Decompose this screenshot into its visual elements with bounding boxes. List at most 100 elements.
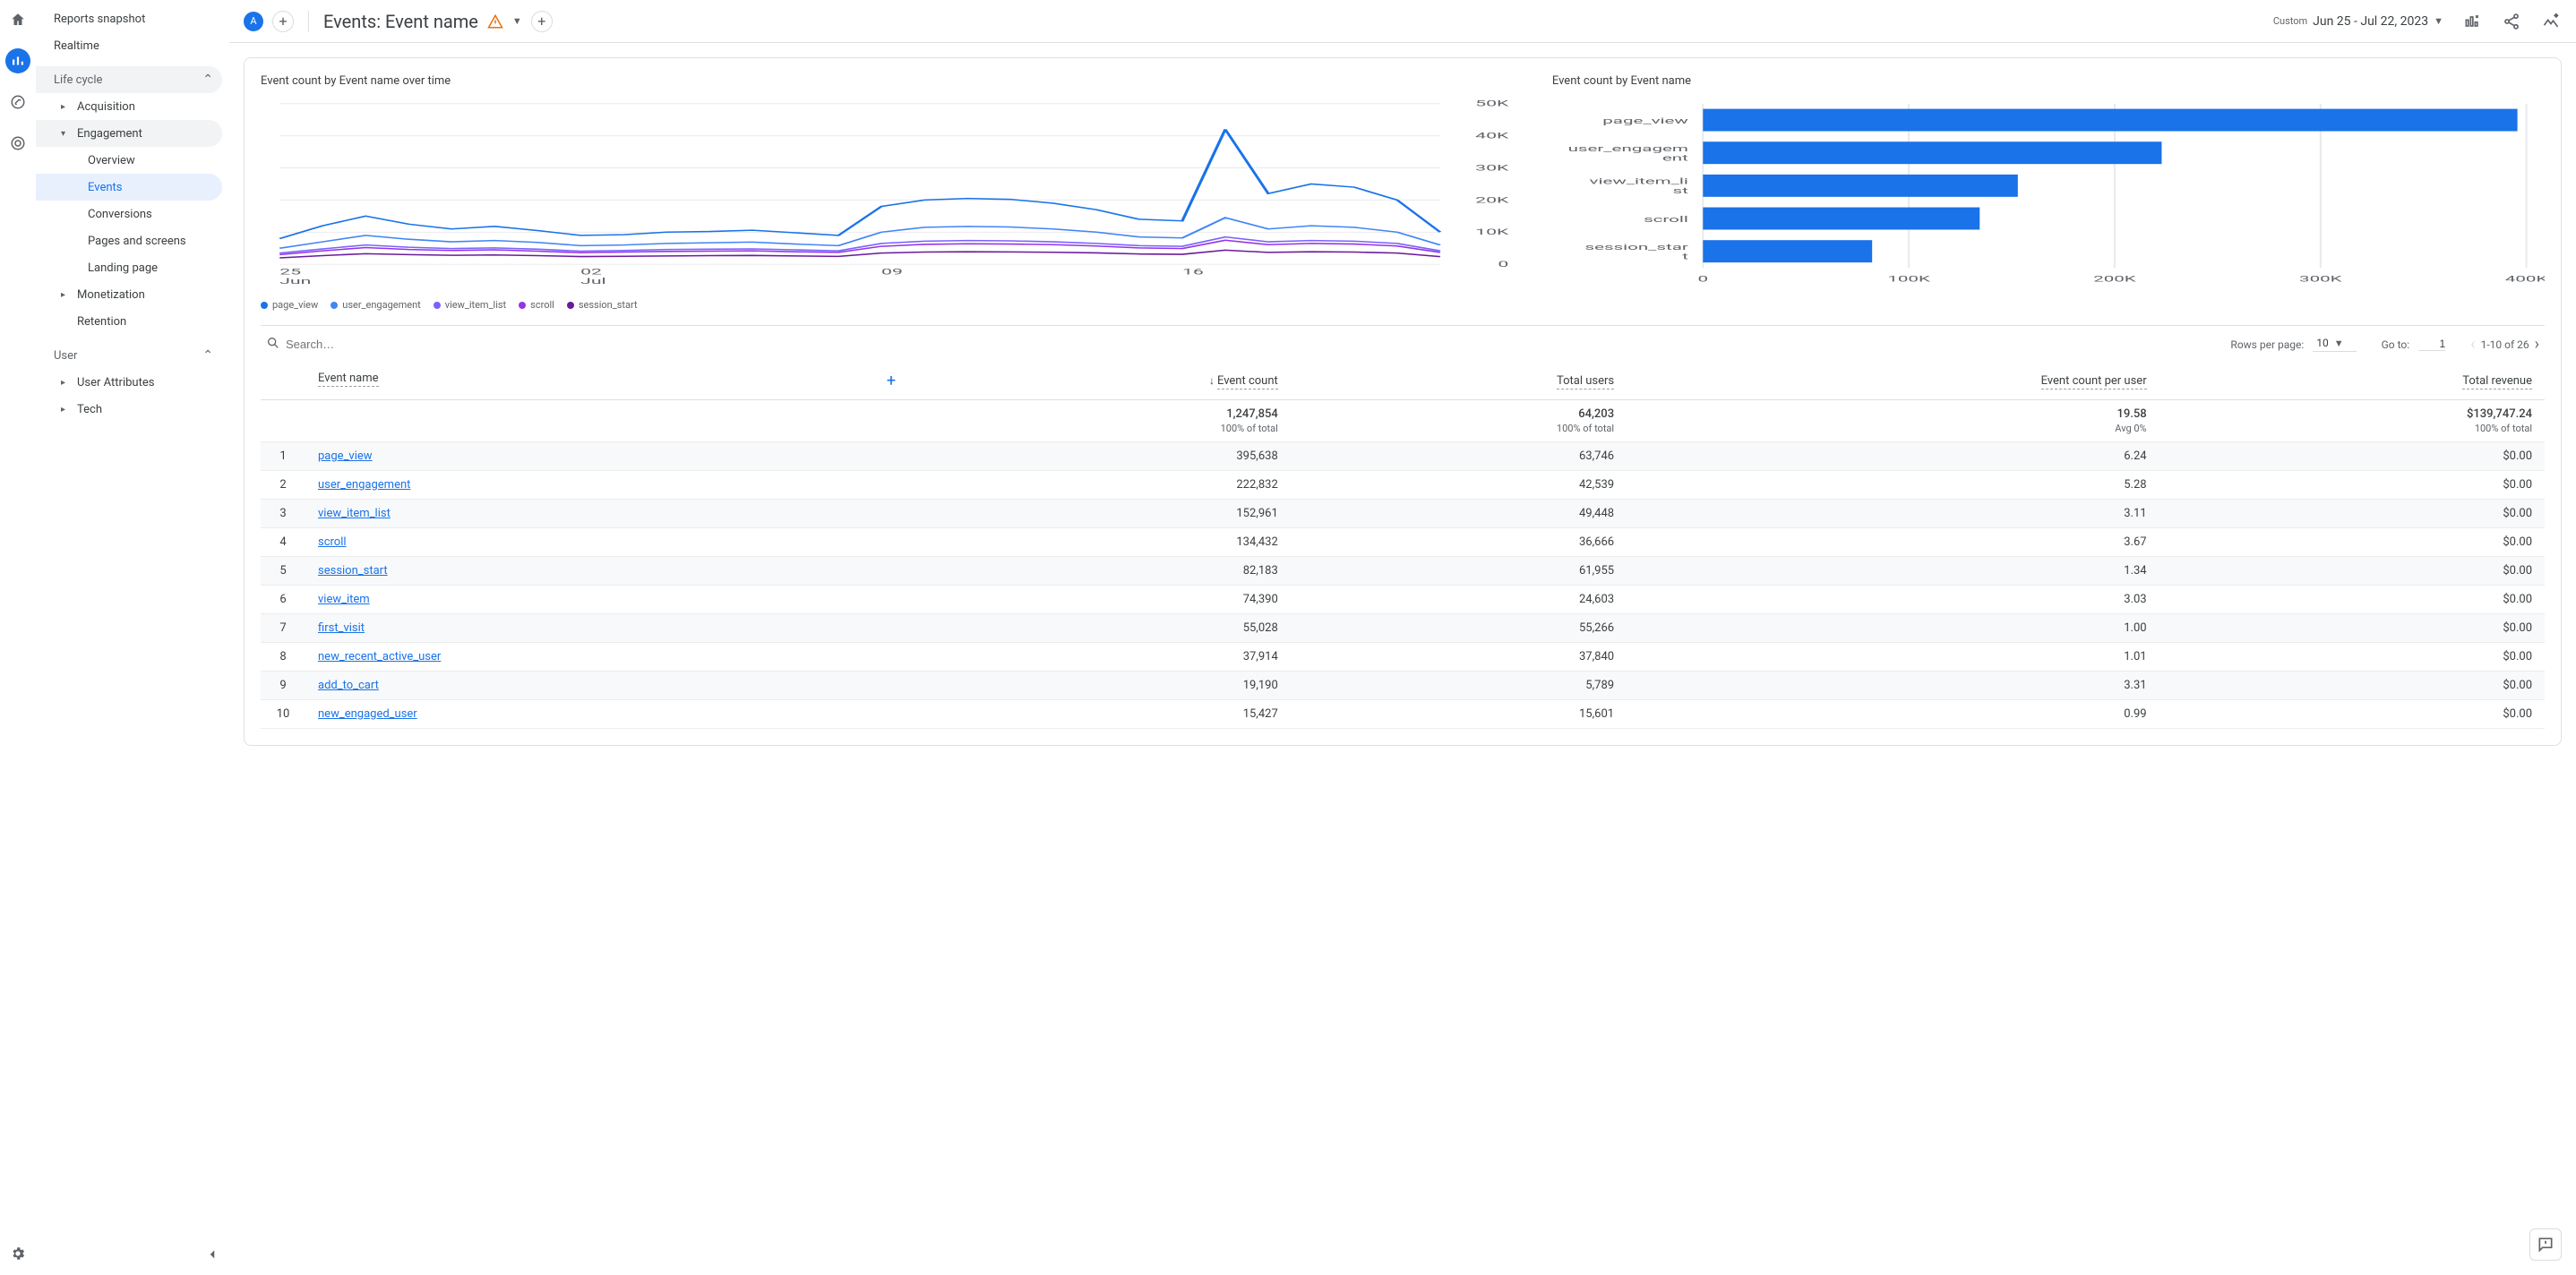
add-filter-button[interactable]: + (531, 11, 553, 32)
row-index: 4 (261, 528, 305, 557)
sidebar-item-reports-snapshot[interactable]: Reports snapshot (36, 5, 222, 32)
row-index: 1 (261, 442, 305, 471)
sidebar-item-events[interactable]: Events (36, 174, 222, 201)
sidebar-item-monetization[interactable]: ▸Monetization (36, 281, 222, 308)
legend-item[interactable]: page_view (261, 299, 318, 311)
svg-text:page_view: page_view (1602, 116, 1688, 125)
col-total-revenue[interactable]: Total revenue (2160, 363, 2545, 400)
event-name-cell: session_start (305, 557, 908, 586)
col-total-users[interactable]: Total users (1291, 363, 1627, 400)
table-row: 7 first_visit 55,028 55,266 1.00 $0.00 (261, 614, 2545, 643)
goto-input[interactable] (2418, 338, 2445, 351)
dropdown-icon[interactable]: ▼ (512, 15, 522, 27)
event-link[interactable]: view_item (318, 593, 370, 606)
caret-icon: ▸ (61, 405, 75, 415)
svg-text:t: t (1682, 251, 1688, 261)
svg-text:16: 16 (1182, 268, 1204, 278)
legend-dot-icon (261, 302, 268, 309)
row-index: 9 (261, 672, 305, 700)
table-row: 6 view_item 74,390 24,603 3.03 $0.00 (261, 586, 2545, 614)
legend-dot-icon (567, 302, 574, 309)
event-link[interactable]: view_item_list (318, 507, 391, 520)
rows-per-page-label: Rows per page: (2230, 338, 2304, 351)
legend-item[interactable]: scroll (519, 299, 554, 311)
svg-text:scroll: scroll (1644, 214, 1688, 224)
svg-text:02: 02 (580, 268, 602, 278)
revenue-cell: $0.00 (2160, 500, 2545, 528)
event-link[interactable]: new_recent_active_user (318, 650, 441, 663)
collapse-sidebar-icon[interactable] (204, 1246, 220, 1266)
event-link[interactable]: scroll (318, 535, 347, 549)
legend-label: scroll (530, 299, 554, 311)
label: Realtime (54, 39, 99, 53)
event-link[interactable]: new_engaged_user (318, 707, 417, 721)
sidebar-item-overview[interactable]: Overview (36, 147, 222, 174)
sidebar-item-realtime[interactable]: Realtime (36, 32, 222, 59)
legend-item[interactable]: view_item_list (434, 299, 506, 311)
table-row: 3 view_item_list 152,961 49,448 3.11 $0.… (261, 500, 2545, 528)
total-users-cell: 49,448 (1291, 500, 1627, 528)
advertising-icon[interactable] (5, 131, 30, 156)
sidebar-item-tech[interactable]: ▸Tech (36, 396, 222, 423)
add-dimension-icon[interactable]: + (887, 372, 896, 390)
legend-item[interactable]: user_engagement (331, 299, 421, 311)
sidebar-item-pages-screens[interactable]: Pages and screens (36, 227, 222, 254)
sidebar-item-engagement[interactable]: ▾Engagement (36, 120, 222, 147)
col-event-count[interactable]: ↓Event count (908, 363, 1291, 400)
divider (308, 11, 309, 32)
sidebar-item-acquisition[interactable]: ▸Acquisition (36, 93, 222, 120)
sidebar-item-conversions[interactable]: Conversions (36, 201, 222, 227)
event-link[interactable]: user_engagement (318, 478, 410, 492)
event-link[interactable]: add_to_cart (318, 679, 379, 692)
sidebar-section-life-cycle[interactable]: Life cycle⌃ (36, 66, 222, 93)
event-count-cell: 55,028 (908, 614, 1291, 643)
col-epu[interactable]: Event count per user (1627, 363, 2160, 400)
event-link[interactable]: session_start (318, 564, 388, 578)
col-event-name[interactable]: Event name + (305, 363, 908, 400)
sidebar-item-user-attributes[interactable]: ▸User Attributes (36, 369, 222, 396)
svg-text:0: 0 (1498, 260, 1508, 270)
event-link[interactable]: first_visit (318, 621, 365, 635)
warning-icon[interactable] (487, 13, 503, 30)
sidebar-item-landing-page[interactable]: Landing page (36, 254, 222, 281)
event-link[interactable]: page_view (318, 449, 373, 463)
legend-item[interactable]: session_start (567, 299, 638, 311)
svg-text:09: 09 (881, 268, 903, 278)
total-users-cell: 5,789 (1291, 672, 1627, 700)
total-users-cell: 63,746 (1291, 442, 1627, 471)
legend-dot-icon (434, 302, 441, 309)
segment-chip[interactable]: A (244, 12, 263, 31)
search-icon (266, 336, 280, 353)
sidebar-item-retention[interactable]: Retention (36, 308, 222, 335)
prev-page-icon[interactable]: ‹ (2470, 335, 2475, 354)
search-input[interactable] (286, 338, 393, 351)
label: Engagement (77, 127, 142, 141)
event-name-cell: new_engaged_user (305, 700, 908, 729)
explore-icon[interactable] (5, 90, 30, 115)
table-row: 5 session_start 82,183 61,955 1.34 $0.00 (261, 557, 2545, 586)
home-icon[interactable] (5, 7, 30, 32)
insights-icon[interactable] (2540, 11, 2562, 32)
total-users-cell: 37,840 (1291, 643, 1627, 672)
event-count-cell: 395,638 (908, 442, 1291, 471)
feedback-icon[interactable] (2529, 1228, 2562, 1261)
epu-cell: 3.31 (1627, 672, 2160, 700)
date-range-picker[interactable]: Custom Jun 25 - Jul 22, 2023 ▼ (2273, 14, 2443, 29)
reports-icon[interactable] (5, 48, 30, 73)
event-count-cell: 134,432 (908, 528, 1291, 557)
customize-report-icon[interactable] (2461, 11, 2483, 32)
table-row: 9 add_to_cart 19,190 5,789 3.31 $0.00 (261, 672, 2545, 700)
total-users-cell: 55,266 (1291, 614, 1627, 643)
bar-chart-title: Event count by Event name (1552, 74, 2545, 88)
share-icon[interactable] (2501, 11, 2522, 32)
revenue-cell: $0.00 (2160, 672, 2545, 700)
event-name-cell: first_visit (305, 614, 908, 643)
legend-label: page_view (272, 299, 318, 311)
next-page-icon[interactable]: › (2535, 335, 2539, 354)
add-comparison-button[interactable]: + (272, 11, 294, 32)
sidebar-section-user[interactable]: User⌃ (36, 342, 222, 369)
svg-text:session_star: session_star (1584, 242, 1688, 252)
rows-per-page-select[interactable]: 10 ▼ (2313, 337, 2356, 352)
table-toolbar: Rows per page: 10 ▼ Go to: ‹ 1-10 of 26 … (261, 325, 2545, 363)
admin-gear-icon[interactable] (5, 1241, 30, 1266)
